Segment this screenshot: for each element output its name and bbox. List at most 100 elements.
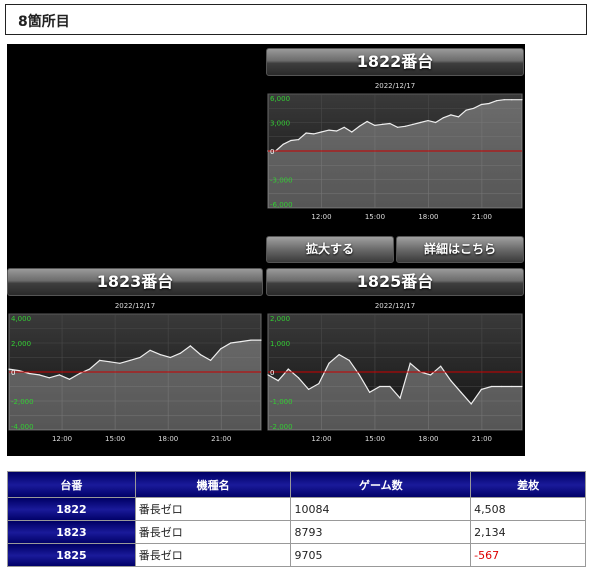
data-point <box>369 391 371 393</box>
chart-title-1823[interactable]: 1823番台 <box>7 268 263 296</box>
chart-1823: 12:00 15:00 18:00 21:00 2022/12/17 4,000 2,000… <box>7 298 263 444</box>
chart-1822: 12:00 15:00 18:00 21:00 2022/12/17 6,000 3,000… <box>266 78 524 222</box>
section-title-box: 8箇所目 <box>5 4 587 35</box>
header-machine-number: 台番 <box>7 471 136 498</box>
cell-game-count: 9705 <box>290 543 472 567</box>
data-point <box>490 385 493 388</box>
data-point <box>297 139 300 141</box>
cell-model-name: 番長ゼロ <box>134 520 292 544</box>
data-point <box>58 374 61 376</box>
y-tick-label: 6,000 <box>270 95 290 103</box>
data-point <box>189 345 191 347</box>
y-tick-label: 2,000 <box>270 315 290 323</box>
data-point <box>99 359 101 361</box>
details-button-label: 詳細はこちら <box>423 242 496 256</box>
data-point <box>28 372 30 375</box>
data-point <box>480 388 482 390</box>
line-chart-svg: 12:00 15:00 18:00 21:00 2022/12/17 4,000 2,000… <box>7 298 263 444</box>
table-row: 1822 番長ゼロ 10084 4,508 <box>7 497 586 521</box>
x-tick-label: 12:00 <box>52 435 72 443</box>
section-title: 8箇所目 <box>18 14 70 30</box>
data-point <box>511 385 513 388</box>
data-point <box>404 125 406 127</box>
chart-title-1822-label: 1822番台 <box>356 52 434 71</box>
data-point <box>308 388 310 390</box>
data-point <box>38 374 40 376</box>
data-point <box>220 348 222 350</box>
data-point <box>336 130 338 132</box>
line-chart-svg: 12:00 15:00 18:00 21:00 2022/12/17 2,000 1,000… <box>266 298 524 444</box>
y-tick-label: -3,000 <box>270 177 293 185</box>
data-point <box>267 374 269 376</box>
line-chart-svg: 12:00 15:00 18:00 21:00 2022/12/17 6,000 3,000… <box>266 78 524 222</box>
header-model-name: 機種名 <box>134 471 292 498</box>
data-point <box>480 103 482 106</box>
y-tick-label: 0 <box>270 148 274 156</box>
x-tick-label: 21:00 <box>472 213 492 221</box>
chart-title-1822[interactable]: 1822番台 <box>266 48 524 76</box>
header-difference: 差枚 <box>470 471 586 498</box>
data-point <box>442 117 444 119</box>
data-point <box>511 99 513 101</box>
data-point <box>159 354 161 356</box>
data-point <box>374 124 376 126</box>
zoom-button-label: 拡大する <box>305 242 354 256</box>
data-point <box>149 349 151 351</box>
x-tick-label: 15:00 <box>365 435 385 443</box>
data-point <box>48 377 50 379</box>
data-point <box>79 372 81 375</box>
y-tick-label: 4,000 <box>11 315 31 323</box>
data-point <box>381 123 383 125</box>
data-point <box>313 133 315 135</box>
data-point <box>320 131 322 133</box>
data-point <box>358 125 360 127</box>
chart-date-label: 2022/12/17 <box>115 302 155 310</box>
cell-machine-number: 1823 <box>7 520 136 544</box>
data-point <box>119 362 121 364</box>
data-point <box>287 368 289 370</box>
cell-machine-number: 1822 <box>7 497 136 521</box>
data-point <box>496 100 498 102</box>
data-point <box>129 359 131 361</box>
x-tick-label: 18:00 <box>418 435 438 443</box>
y-tick-label: 0 <box>270 369 274 377</box>
y-tick-label: 1,000 <box>270 340 290 348</box>
chart-date-label: 2022/12/17 <box>375 302 415 310</box>
x-tick-label: 18:00 <box>418 213 438 221</box>
data-point <box>521 385 523 388</box>
cell-game-count: 10084 <box>290 497 472 521</box>
chart-1825: 12:00 15:00 18:00 21:00 2022/12/17 2,000 1,000… <box>266 298 524 444</box>
data-point <box>240 341 242 343</box>
data-point <box>412 123 414 125</box>
data-point <box>179 352 181 354</box>
data-point <box>109 361 111 363</box>
data-point <box>450 114 452 116</box>
y-tick-label: -2,000 <box>11 398 34 406</box>
y-tick-label: 3,000 <box>270 120 290 128</box>
data-point <box>501 385 503 388</box>
data-point <box>139 356 141 359</box>
data-point <box>473 107 475 109</box>
data-point <box>488 102 490 105</box>
data-point <box>450 380 452 382</box>
data-point <box>328 129 330 131</box>
data-point <box>470 403 472 405</box>
table-header-row: 台番 機種名 ゲーム数 差枚 <box>7 471 586 498</box>
chart-title-1823-label: 1823番台 <box>96 272 174 291</box>
data-point <box>199 354 202 356</box>
data-point <box>430 374 432 376</box>
x-tick-label: 15:00 <box>365 213 385 221</box>
data-point <box>282 143 284 145</box>
data-point <box>305 132 307 134</box>
data-point <box>503 99 505 101</box>
y-tick-label: 2,000 <box>11 340 31 348</box>
zoom-button[interactable]: 拡大する <box>266 236 394 263</box>
details-button[interactable]: 詳細はこちら <box>396 236 524 263</box>
x-tick-label: 15:00 <box>105 435 125 443</box>
chart-title-1825[interactable]: 1825番台 <box>266 268 524 296</box>
data-point <box>379 385 381 388</box>
data-point <box>457 116 460 118</box>
data-point <box>348 359 350 361</box>
cell-difference: 2,134 <box>470 520 586 544</box>
table-row: 1825 番長ゼロ 9705 -567 <box>7 543 586 567</box>
